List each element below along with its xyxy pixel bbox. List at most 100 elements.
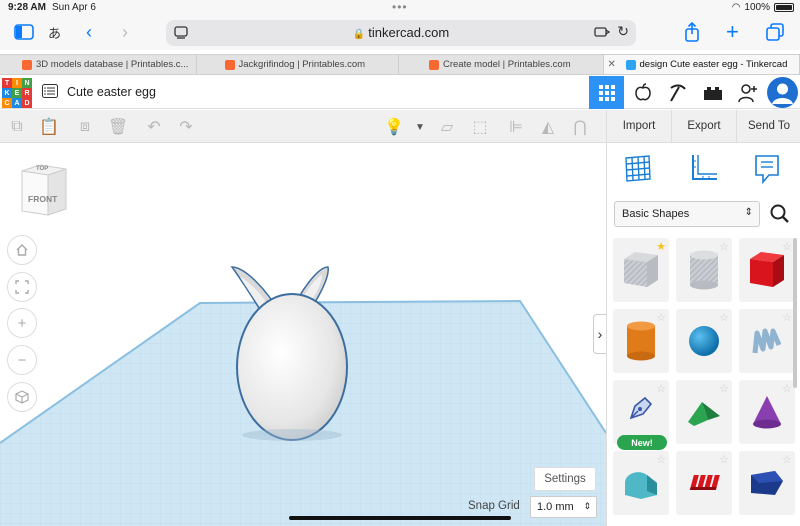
logo-letter: C [2, 98, 12, 108]
logo-letter: R [22, 88, 32, 98]
duplicate-icon[interactable]: ⧈ [75, 117, 95, 137]
tinkercad-logo[interactable]: T I N K E R C A D [2, 78, 32, 108]
brick-icon [703, 86, 722, 100]
updown-icon: ⇕ [744, 207, 753, 218]
fit-view-button[interactable] [7, 272, 37, 302]
reload-icon[interactable]: ↻ [617, 23, 629, 40]
shape-generator[interactable]: ☆ New! [613, 380, 669, 450]
notes-icon[interactable] [753, 153, 781, 185]
note-icon[interactable]: ▱ [437, 117, 457, 137]
favorite-star-icon[interactable]: ☆ [719, 240, 729, 253]
favorite-star-icon[interactable]: ☆ [782, 382, 792, 395]
printables-favicon-icon [22, 59, 32, 70]
close-tab-icon[interactable]: ✕ [608, 59, 616, 70]
shape-cylinder[interactable]: ☆ [613, 309, 669, 373]
new-tab-icon[interactable]: + [726, 19, 739, 44]
sidebar-icon[interactable] [14, 22, 34, 42]
cylinder-striped-icon [690, 250, 718, 290]
logo-letter: N [22, 78, 32, 88]
shape-cylinder-striped[interactable]: ☆ [676, 238, 732, 302]
tab-overview-icon[interactable] [766, 22, 784, 42]
view-cube[interactable]: TOP FRONT [18, 161, 70, 224]
tab-printables-create-model[interactable]: Create model | Printables.com [399, 55, 604, 74]
shape-cone[interactable]: ☆ [739, 380, 795, 444]
bricks-view-button[interactable] [660, 76, 695, 109]
status-right: ◠ 100% [732, 2, 794, 13]
favorite-star-icon[interactable]: ☆ [782, 311, 792, 324]
favorite-star-icon[interactable]: ☆ [656, 311, 666, 324]
extension-icon[interactable] [594, 25, 611, 44]
sim-lab-button[interactable] [625, 76, 660, 109]
tab-bar: 3D models database | Printables.c... Jac… [0, 54, 800, 75]
shape-polygon[interactable]: ☆ [739, 451, 795, 515]
zoom-out-button[interactable]: − [7, 345, 37, 375]
shape-roof[interactable]: ☆ [676, 380, 732, 444]
favorite-star-icon[interactable]: ☆ [719, 311, 729, 324]
redo-icon[interactable]: ↷ [176, 117, 196, 137]
settings-button[interactable]: Settings [534, 467, 596, 491]
workplane-svg[interactable] [0, 143, 606, 526]
magnet-icon[interactable]: ⋂ [570, 117, 590, 137]
chevron-down-icon[interactable]: ▼ [410, 117, 430, 137]
add-collaborator-button[interactable] [730, 76, 765, 109]
favorite-star-icon[interactable]: ★ [656, 240, 666, 253]
shape-text[interactable]: ☆ [676, 451, 732, 515]
import-button[interactable]: Import [607, 110, 672, 142]
export-button[interactable]: Export [672, 110, 737, 142]
zoom-in-button[interactable]: + [7, 308, 37, 338]
delete-icon[interactable]: 🗑 [108, 117, 128, 137]
translate-icon[interactable]: あ [48, 22, 61, 42]
shape-scribble[interactable]: ☆ [739, 309, 795, 373]
box-striped-icon [624, 252, 658, 287]
tab-printables-database[interactable]: 3D models database | Printables.c... [0, 55, 197, 74]
snap-grid-select[interactable]: 1.0 mm ⇕ [530, 496, 597, 518]
copy-icon[interactable]: ⧉ [7, 117, 27, 137]
design-list-icon[interactable] [42, 84, 58, 98]
perspective-button[interactable] [7, 382, 37, 412]
align-icon[interactable]: ⊫ [506, 117, 526, 137]
shape-sphere[interactable]: ☆ [676, 309, 732, 373]
shape-box-striped[interactable]: ★ [613, 238, 669, 302]
tinkercad-favicon-icon [625, 59, 636, 70]
browser-toolbar: あ ‹ › 🔒 tinkercad.com ↻ + [0, 16, 800, 50]
favorite-star-icon[interactable]: ☆ [782, 240, 792, 253]
design-title[interactable]: Cute easter egg [67, 85, 156, 99]
mirror-icon[interactable]: ◭ [538, 117, 558, 137]
battery-icon [774, 3, 794, 12]
favorite-star-icon[interactable]: ☆ [782, 453, 792, 466]
workplane-icon[interactable] [623, 153, 653, 183]
cone-icon [753, 396, 781, 429]
search-icon [770, 204, 789, 223]
shape-box[interactable]: ☆ [739, 238, 795, 302]
favorite-star-icon[interactable]: ☆ [719, 382, 729, 395]
ruler-icon[interactable] [689, 153, 719, 183]
back-icon[interactable]: ‹ [86, 22, 92, 42]
multitask-dots-icon[interactable]: ••• [392, 0, 408, 14]
share-icon[interactable] [684, 22, 700, 42]
grid-view-icon [598, 84, 615, 101]
send-to-button[interactable]: Send To [737, 110, 800, 142]
light-bulb-icon[interactable]: 💡 [384, 117, 404, 137]
shape-category-select[interactable]: Basic Shapes ⇕ [614, 201, 760, 227]
paste-icon[interactable]: 📋 [39, 117, 59, 137]
address-bar[interactable]: 🔒 tinkercad.com ↻ [166, 20, 636, 46]
tab-printables-jackgrifindog[interactable]: Jackgrifindog | Printables.com [197, 55, 399, 74]
tab-tinkercad-design[interactable]: ✕ design Cute easter egg - Tinkercad [603, 55, 800, 74]
favorite-star-icon[interactable]: ☆ [656, 453, 666, 466]
shape-round-roof[interactable]: ☆ [613, 451, 669, 515]
favorite-star-icon[interactable]: ☆ [656, 382, 666, 395]
shape-search-button[interactable] [767, 201, 793, 227]
home-view-button[interactable] [7, 235, 37, 265]
user-avatar[interactable] [767, 77, 798, 108]
favorite-star-icon[interactable]: ☆ [719, 453, 729, 466]
blocks-view-button[interactable] [695, 76, 730, 109]
home-indicator[interactable] [289, 516, 511, 520]
shapes-scrollbar[interactable] [793, 238, 797, 388]
collapse-panel-button[interactable]: › [593, 314, 606, 354]
undo-icon[interactable]: ↶ [144, 117, 164, 137]
3d-design-view-button[interactable] [589, 76, 624, 109]
forward-icon[interactable]: › [122, 22, 128, 42]
group-icon[interactable]: ⬚ [470, 117, 490, 137]
logo-letter: T [2, 78, 12, 88]
workplane-canvas[interactable]: TOP FRONT + − › Settings Snap Grid 1.0 m… [0, 143, 606, 526]
